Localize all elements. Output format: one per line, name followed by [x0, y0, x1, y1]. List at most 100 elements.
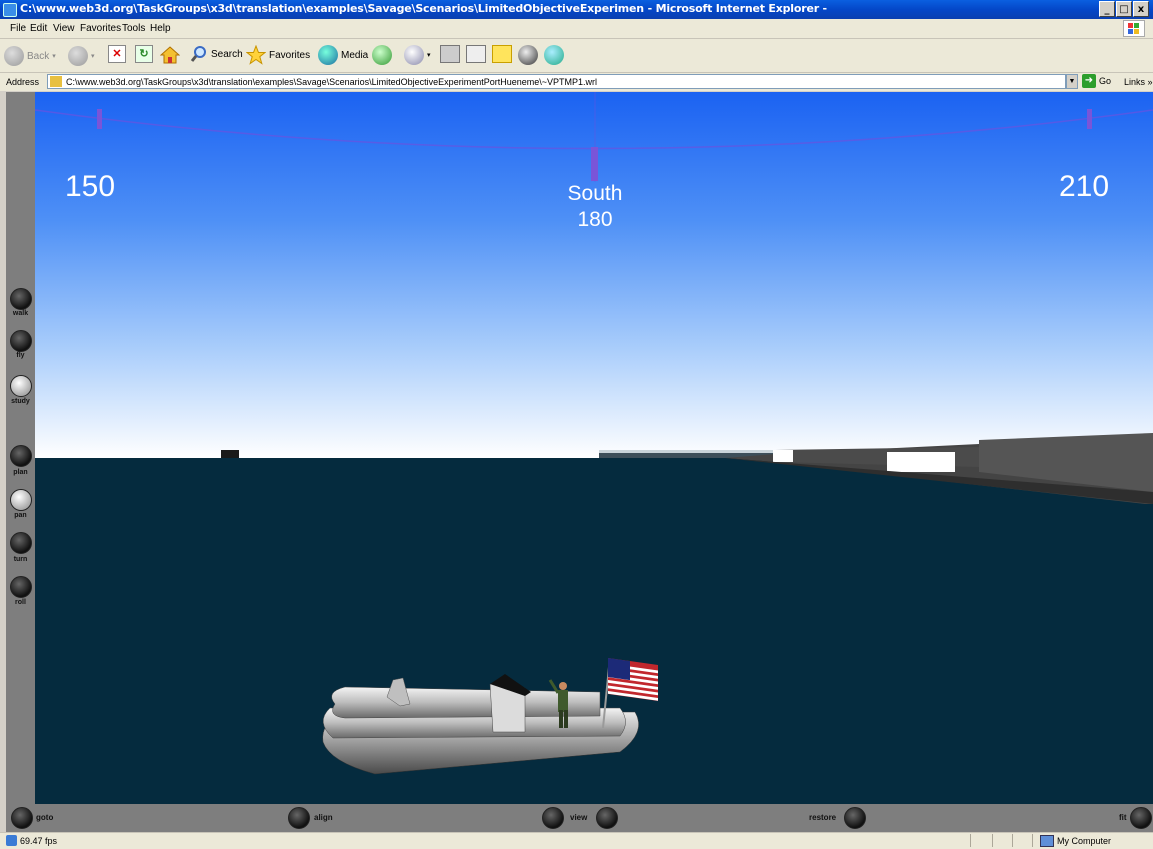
vrml-viewer[interactable]: walk fly study plan pan turn roll 150 So…: [6, 92, 1153, 832]
address-dropdown-icon[interactable]: ▼: [1066, 74, 1078, 89]
status-divider: [992, 834, 993, 847]
address-value[interactable]: C:\www.web3d.org\TaskGroups\x3d\translat…: [66, 77, 597, 87]
menu-favorites[interactable]: Favorites: [80, 23, 121, 34]
discuss-button[interactable]: [492, 45, 512, 63]
menu-bar: File Edit View Favorites Tools Help: [0, 19, 1153, 39]
view-label[interactable]: view: [570, 813, 587, 822]
favorites-button[interactable]: Favorites: [246, 45, 310, 65]
edit-button[interactable]: [466, 45, 486, 63]
favorites-label: Favorites: [269, 49, 311, 61]
back-dropdown-icon[interactable]: ▾: [52, 52, 56, 60]
messenger-button[interactable]: [544, 45, 564, 65]
walk-icon[interactable]: [10, 288, 32, 310]
forward-dropdown-icon[interactable]: ▾: [91, 52, 95, 60]
home-button[interactable]: [160, 45, 180, 65]
ie-app-icon[interactable]: [3, 3, 17, 17]
forward-button[interactable]: ▾: [68, 46, 95, 66]
compass-heading-center: 180: [577, 208, 613, 231]
search-button[interactable]: Search: [190, 45, 243, 63]
study-label[interactable]: study: [6, 398, 35, 405]
media-label: Media: [341, 49, 369, 61]
computer-icon: [1040, 835, 1054, 847]
align-label[interactable]: align: [314, 813, 333, 822]
media-button[interactable]: Media: [318, 45, 368, 65]
print-button[interactable]: [440, 45, 460, 63]
restore-label[interactable]: restore: [809, 813, 836, 822]
compass-direction: South: [567, 182, 623, 205]
security-zone: My Computer: [1040, 835, 1111, 847]
turn-label[interactable]: turn: [6, 556, 35, 563]
home-icon: [160, 46, 180, 64]
fit-label[interactable]: fit: [1119, 813, 1127, 822]
fly-icon[interactable]: [10, 330, 32, 352]
window-controls: _ □ x: [1099, 1, 1149, 17]
pan-icon[interactable]: [10, 489, 32, 511]
fit-icon[interactable]: [1130, 807, 1152, 829]
restore-icon[interactable]: [844, 807, 866, 829]
fly-label[interactable]: fly: [6, 352, 35, 359]
menu-help[interactable]: Help: [150, 23, 171, 34]
stop-icon: ✕: [108, 45, 126, 63]
refresh-button[interactable]: ↻: [135, 45, 153, 63]
status-bar: 69.47 fps My Computer: [0, 832, 1153, 849]
mail-icon: [404, 45, 424, 65]
roll-label[interactable]: roll: [6, 599, 35, 606]
history-button[interactable]: [372, 45, 392, 65]
back-button[interactable]: Back ▾: [4, 46, 56, 66]
search-label: Search: [211, 48, 243, 60]
star-icon: [246, 45, 266, 65]
go-arrow-icon: ➜: [1082, 74, 1096, 88]
view-next-icon[interactable]: [596, 807, 618, 829]
menu-tools[interactable]: Tools: [122, 23, 145, 34]
search-icon: [190, 46, 206, 62]
history-icon: [372, 45, 392, 65]
address-field[interactable]: C:\www.web3d.org\TaskGroups\x3d\translat…: [47, 74, 1066, 89]
mail-button[interactable]: ▾: [404, 45, 431, 65]
walk-label[interactable]: walk: [6, 310, 35, 317]
zone-label: My Computer: [1057, 836, 1112, 846]
status-divider: [970, 834, 971, 847]
menu-file[interactable]: File: [10, 23, 26, 34]
links-label: Links: [1124, 77, 1146, 87]
window-title: C:\www.web3d.org\TaskGroups\x3d\translat…: [20, 2, 827, 15]
page-icon: [6, 835, 17, 846]
view-previous-icon[interactable]: [542, 807, 564, 829]
research-button[interactable]: [518, 45, 538, 65]
study-icon[interactable]: [10, 375, 32, 397]
title-bar: C:\www.web3d.org\TaskGroups\x3d\translat…: [0, 0, 1153, 19]
3d-scene[interactable]: 150 South 180 210: [34, 92, 1153, 804]
plan-label[interactable]: plan: [6, 469, 35, 476]
compass-heading-left: 150: [65, 170, 116, 203]
messenger-icon: [544, 45, 564, 65]
status-divider: [1032, 834, 1033, 847]
mail-dropdown-icon[interactable]: ▾: [427, 51, 431, 59]
close-button[interactable]: x: [1133, 1, 1149, 17]
minimize-button[interactable]: _: [1099, 1, 1115, 17]
back-label: Back: [27, 50, 50, 62]
viewer-control-bar: goto align view restore fit: [6, 804, 1153, 832]
goto-icon[interactable]: [11, 807, 33, 829]
menu-view[interactable]: View: [53, 23, 75, 34]
roll-icon[interactable]: [10, 576, 32, 598]
edit-icon: [466, 45, 486, 63]
go-button[interactable]: ➜ Go: [1082, 74, 1111, 88]
turn-icon[interactable]: [10, 532, 32, 554]
links-button[interactable]: Links »: [1124, 77, 1153, 87]
align-icon[interactable]: [288, 807, 310, 829]
research-icon: [518, 45, 538, 65]
stop-button[interactable]: ✕: [108, 45, 126, 63]
pan-label[interactable]: pan: [6, 512, 35, 519]
page-file-icon: [50, 76, 62, 87]
navigation-sidebar: walk fly study plan pan turn roll: [6, 92, 35, 804]
print-icon: [440, 45, 460, 63]
windows-logo-icon: [1123, 20, 1145, 37]
discuss-icon: [492, 45, 512, 63]
standard-toolbar: Back ▾ ▾ ✕ ↻ Search Favorites Media ▾: [0, 39, 1153, 73]
back-arrow-icon: [4, 46, 24, 66]
menu-edit[interactable]: Edit: [30, 23, 47, 34]
address-bar: Address C:\www.web3d.org\TaskGroups\x3d\…: [0, 73, 1153, 91]
plan-icon[interactable]: [10, 445, 32, 467]
goto-label[interactable]: goto: [36, 813, 53, 822]
sky: [35, 92, 1153, 458]
maximize-button[interactable]: □: [1116, 1, 1132, 17]
